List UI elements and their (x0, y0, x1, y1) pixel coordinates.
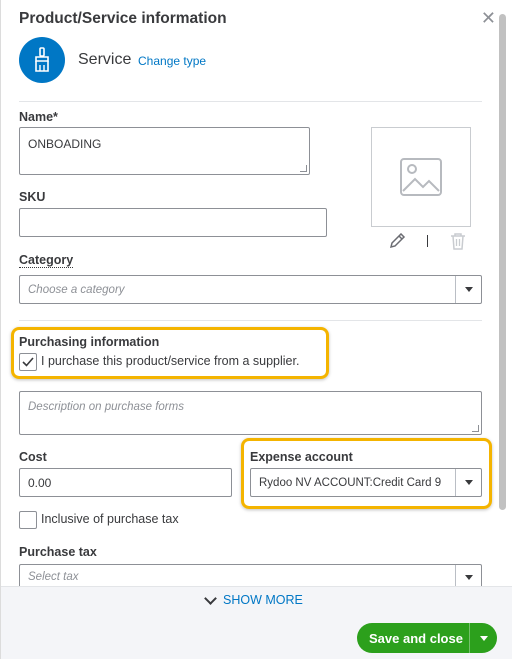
name-label: Name* (19, 110, 58, 124)
save-options-dropdown[interactable] (469, 623, 497, 653)
chevron-down-icon[interactable] (455, 276, 481, 303)
save-and-close-label: Save and close (369, 630, 463, 646)
change-type-link[interactable]: Change type (138, 54, 206, 68)
panel-title: Product/Service information (19, 10, 227, 27)
inclusive-tax-label: Inclusive of purchase tax (41, 512, 179, 526)
scrollbar[interactable] (499, 14, 506, 510)
service-type-icon (19, 37, 65, 83)
expense-account-select[interactable]: Rydoo NV ACCOUNT:Credit Card 9 (250, 468, 482, 497)
save-and-close-button[interactable]: Save and close (357, 623, 497, 653)
category-label: Category (19, 253, 74, 268)
purchase-checkbox-label: I purchase this product/service from a s… (41, 354, 300, 368)
close-icon[interactable]: ✕ (481, 8, 496, 28)
pencil-icon[interactable] (389, 233, 407, 249)
inclusive-tax-checkbox[interactable] (19, 511, 37, 529)
purchase-description-placeholder: Description on purchase forms (28, 401, 184, 413)
expense-account-label: Expense account (250, 450, 353, 464)
purchase-checkbox[interactable] (19, 353, 37, 371)
category-select[interactable]: Choose a category (19, 275, 482, 304)
purchase-description-field[interactable]: Description on purchase forms (19, 391, 482, 435)
purchase-tax-placeholder: Select tax (28, 571, 79, 583)
image-placeholder-icon (400, 158, 442, 196)
show-more-link[interactable]: SHOW MORE (204, 591, 303, 607)
divider (19, 320, 482, 321)
expense-account-value: Rydoo NV ACCOUNT:Credit Card 9 (259, 476, 442, 489)
chevron-down-icon[interactable] (455, 469, 481, 496)
show-more-label: SHOW MORE (223, 593, 303, 607)
cost-label: Cost (19, 450, 47, 464)
divider (19, 101, 482, 102)
image-upload-area[interactable] (371, 127, 471, 227)
purchase-tax-label: Purchase tax (19, 545, 97, 559)
trash-icon[interactable] (450, 232, 466, 250)
sku-field[interactable] (19, 208, 327, 237)
resize-handle[interactable] (300, 165, 307, 172)
resize-handle[interactable] (472, 425, 479, 432)
checkmark-icon (22, 357, 34, 367)
name-value: ONBOADING (28, 137, 102, 151)
category-placeholder: Choose a category (28, 283, 125, 296)
purchasing-label: Purchasing information (19, 335, 160, 349)
cost-field[interactable]: 0.00 (19, 468, 232, 497)
sku-label: SKU (19, 190, 46, 204)
brush-icon (35, 47, 49, 72)
chevron-down-icon (204, 591, 217, 605)
cost-value: 0.00 (28, 475, 52, 490)
icon-separator (427, 235, 428, 247)
product-service-panel: Product/Service information ✕ Service Ch… (0, 0, 512, 659)
name-field[interactable]: ONBOADING (19, 127, 310, 175)
type-label: Service (78, 51, 132, 68)
